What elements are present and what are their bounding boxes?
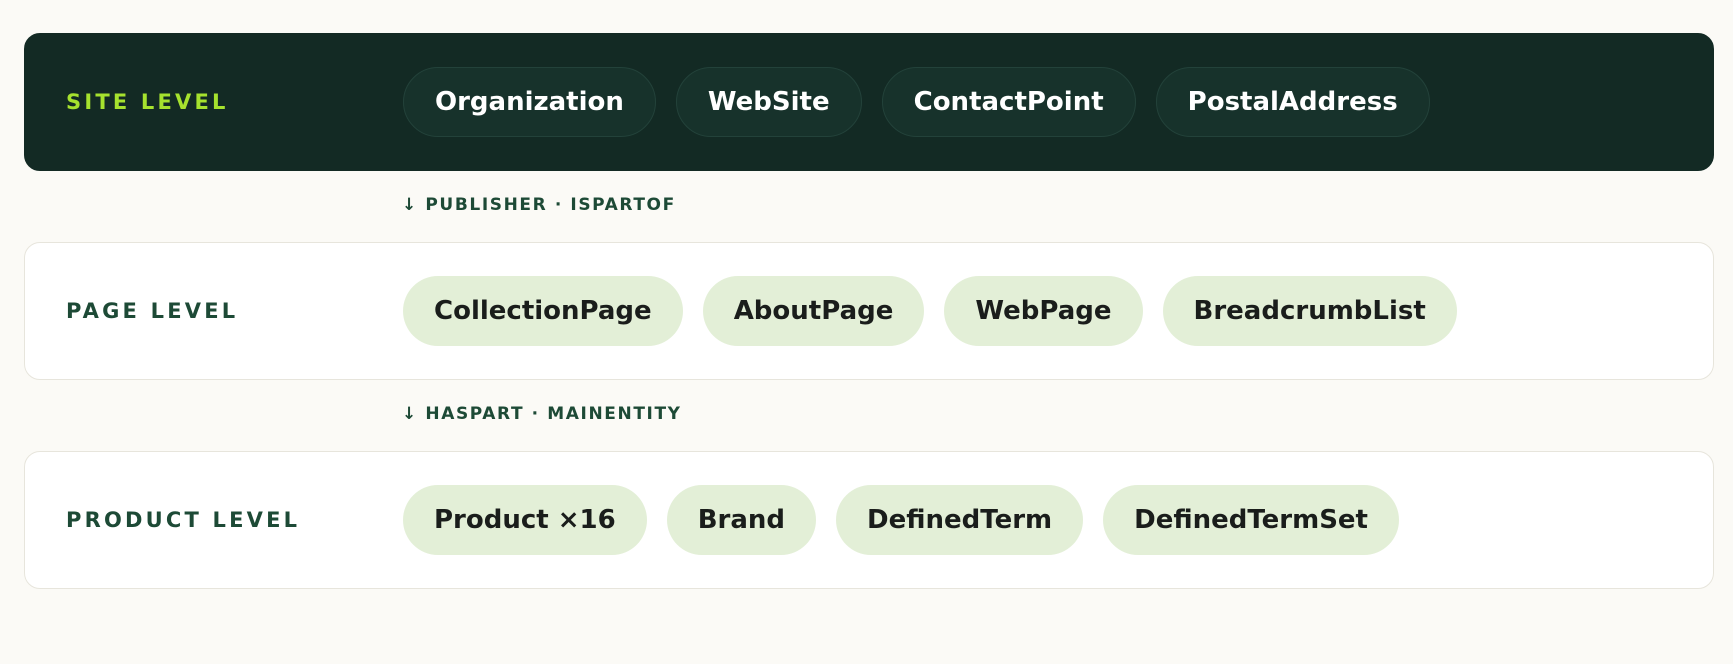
product-level-chips: Product ×16 Brand DefinedTerm DefinedTer…: [403, 485, 1399, 555]
chip-aboutpage: AboutPage: [702, 276, 925, 346]
chip-website: WebSite: [675, 67, 862, 137]
chip-breadcrumblist: BreadcrumbList: [1162, 276, 1457, 346]
page-level-label: PAGE LEVEL: [66, 299, 239, 323]
page-level-row: PAGE LEVEL CollectionPage AboutPage WebP…: [24, 242, 1714, 380]
chip-contactpoint: ContactPoint: [881, 67, 1136, 137]
page-level-chips: CollectionPage AboutPage WebPage Breadcr…: [403, 276, 1457, 346]
chip-definedtermset: DefinedTermSet: [1103, 485, 1399, 555]
site-level-label: SITE LEVEL: [66, 90, 229, 114]
chip-webpage: WebPage: [944, 276, 1143, 346]
chip-brand: Brand: [666, 485, 817, 555]
site-level-chips: Organization WebSite ContactPoint Postal…: [403, 67, 1430, 137]
product-level-row: PRODUCT LEVEL Product ×16 Brand DefinedT…: [24, 451, 1714, 589]
connector-haspart-mainentity: ↓ HASPART · MAINENTITY: [402, 404, 682, 424]
chip-organization: Organization: [403, 67, 656, 137]
connector-publisher-ispartof: ↓ PUBLISHER · ISPARTOF: [402, 195, 676, 215]
product-level-label: PRODUCT LEVEL: [66, 508, 301, 532]
chip-collectionpage: CollectionPage: [403, 276, 683, 346]
site-level-row: SITE LEVEL Organization WebSite ContactP…: [24, 33, 1714, 171]
chip-postaladdress: PostalAddress: [1155, 67, 1430, 137]
chip-definedterm: DefinedTerm: [836, 485, 1084, 555]
chip-product: Product ×16: [403, 485, 647, 555]
